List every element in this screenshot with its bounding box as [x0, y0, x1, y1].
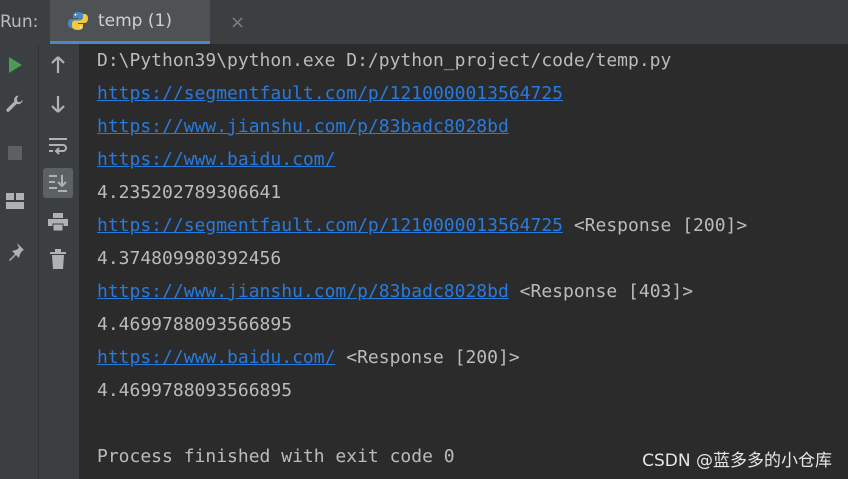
console-line: https://www.baidu.com/ <Response [200]> — [97, 345, 520, 371]
console-line: 4.235202789306641 — [97, 180, 281, 206]
python-icon — [68, 11, 88, 31]
run-actions-toolbar — [0, 44, 39, 479]
layout-icon[interactable] — [0, 186, 30, 216]
console-link[interactable]: https://www.baidu.com/ — [97, 347, 335, 368]
response-text: <Response [403]> — [508, 281, 694, 302]
console-text: 4.4699788093566895 — [97, 314, 293, 335]
console-text: Process finished with exit code 0 — [97, 446, 455, 467]
arrow-up-icon[interactable] — [43, 50, 73, 80]
tab-temp-1[interactable]: temp (1) × — [50, 0, 245, 44]
response-text: <Response [200]> — [335, 347, 520, 368]
run-tab-bar: Run: temp (1) × — [0, 0, 848, 45]
console-text: 4.374809980392456 — [97, 248, 282, 269]
console-line: 4.374809980392456 — [97, 246, 281, 272]
scroll-to-end-icon[interactable] — [43, 168, 73, 198]
tab-title: temp (1) — [98, 11, 172, 31]
trash-icon[interactable] — [43, 244, 73, 274]
console-line: https://www.jianshu.com/p/83badc8028bd <… — [97, 279, 693, 305]
console-line: https://segmentfault.com/p/1210000013564… — [97, 81, 563, 107]
console-line: 4.4699788093566895 — [97, 378, 292, 404]
console-link[interactable]: https://segmentfault.com/p/1210000013564… — [97, 215, 563, 236]
print-icon[interactable] — [43, 207, 73, 237]
arrow-down-icon[interactable] — [43, 89, 73, 119]
console-output[interactable]: D:\Python39\python.exe D:/python_project… — [80, 44, 848, 479]
console-line: Process finished with exit code 0 — [97, 444, 455, 470]
console-toolbar — [39, 44, 80, 479]
console-line: https://www.jianshu.com/p/83badc8028bd — [97, 114, 509, 140]
close-icon[interactable]: × — [230, 12, 245, 33]
run-icon[interactable] — [0, 50, 30, 80]
stop-icon[interactable] — [0, 138, 30, 168]
console-link[interactable]: https://www.jianshu.com/p/83badc8028bd — [97, 281, 509, 302]
console-line: https://segmentfault.com/p/1210000013564… — [97, 213, 747, 239]
console-link[interactable]: https://www.jianshu.com/p/83badc8028bd — [97, 116, 509, 137]
console-line: D:\Python39\python.exe D:/python_project… — [97, 48, 671, 74]
pin-icon[interactable] — [0, 237, 30, 267]
response-text: <Response [200]> — [563, 215, 748, 236]
watermark: CSDN @蓝多多的小仓库 — [642, 451, 832, 471]
console-link[interactable]: https://www.baidu.com/ — [97, 149, 335, 170]
console-text: D:\Python39\python.exe D:/python_project… — [97, 50, 672, 71]
wrench-icon[interactable] — [0, 89, 30, 119]
console-link[interactable]: https://segmentfault.com/p/1210000013564… — [97, 83, 563, 104]
run-label: Run: — [0, 12, 39, 32]
console-line: 4.4699788093566895 — [97, 312, 292, 338]
soft-wrap-icon[interactable] — [43, 131, 73, 161]
console-text: 4.235202789306641 — [97, 182, 282, 203]
console-text: 4.4699788093566895 — [97, 380, 293, 401]
console-line: https://www.baidu.com/ — [97, 147, 335, 173]
